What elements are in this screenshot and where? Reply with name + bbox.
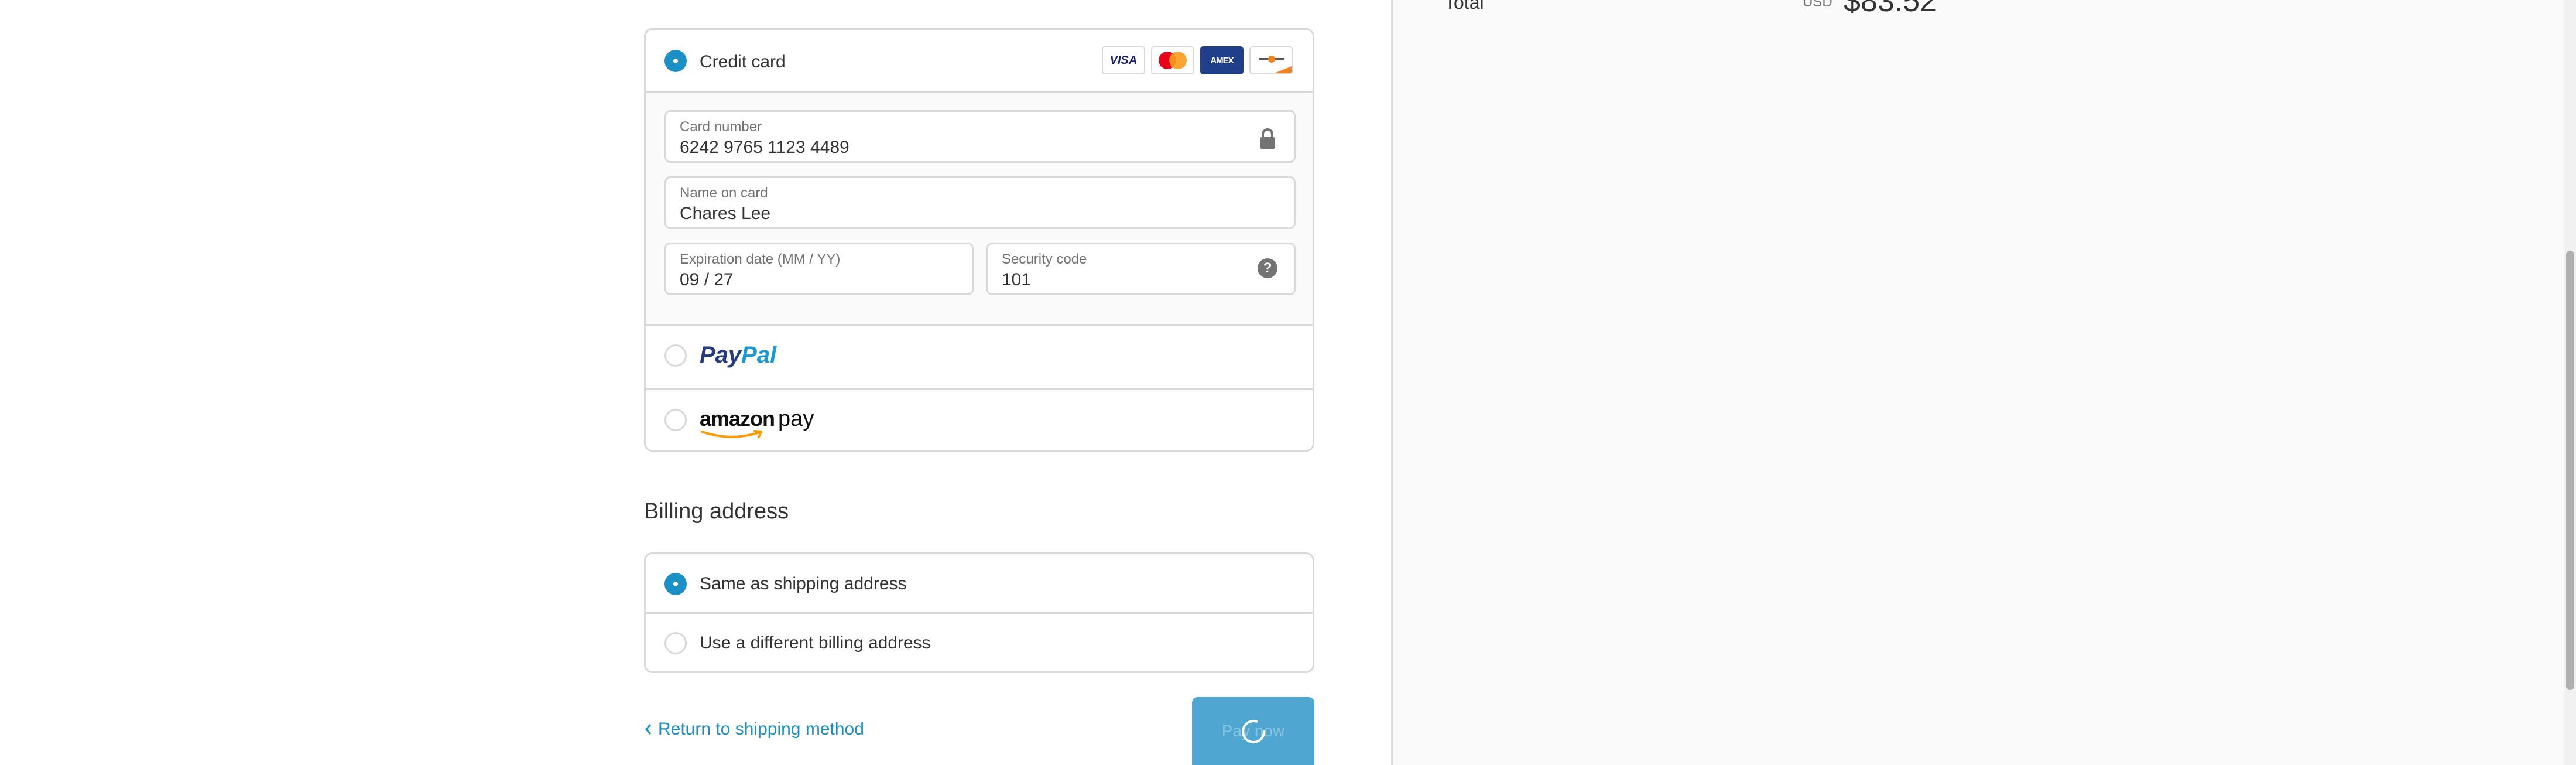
expiration-date-input[interactable]: 09 / 27 [680, 270, 734, 290]
name-on-card-input[interactable]: Chares Lee [680, 204, 770, 224]
return-to-shipping-link[interactable]: Return to shipping method [644, 719, 864, 739]
security-code-input[interactable]: 101 [1002, 270, 1031, 290]
different-billing-label: Use a different billing address [700, 633, 931, 653]
chevron-left-icon [645, 724, 652, 735]
discover-icon [1249, 46, 1293, 74]
billing-address-options: Same as shipping address Use a different… [644, 552, 1314, 673]
card-brand-icons: VISA AMEX [1102, 46, 1293, 74]
card-number-label: Card number [680, 119, 762, 135]
credit-card-radio[interactable] [664, 50, 687, 72]
credit-card-label: Credit card [700, 52, 786, 71]
paypal-logo: PayPal [700, 342, 777, 368]
checkout-main: Credit card VISA AMEX Card number 6242 9… [0, 0, 1391, 765]
billing-option-same[interactable]: Same as shipping address [646, 554, 1313, 614]
name-on-card-field[interactable]: Name on card Chares Lee [664, 176, 1296, 229]
billing-option-different[interactable]: Use a different billing address [646, 614, 1313, 671]
lock-icon [1260, 128, 1275, 149]
security-code-label: Security code [1002, 251, 1087, 267]
card-number-field[interactable]: Card number 6242 9765 1123 4489 [664, 110, 1296, 163]
same-as-shipping-radio[interactable] [664, 573, 687, 595]
same-as-shipping-label: Same as shipping address [700, 574, 907, 593]
spinner-icon [1242, 720, 1265, 743]
paypal-radio[interactable] [664, 344, 687, 367]
amex-icon: AMEX [1200, 46, 1244, 74]
billing-address-title: Billing address [644, 499, 789, 524]
total-label: Total [1444, 0, 1484, 13]
different-billing-radio[interactable] [664, 632, 687, 654]
security-code-field[interactable]: Security code 101 ? [986, 243, 1296, 295]
payment-option-paypal[interactable]: PayPal [646, 326, 1313, 390]
mastercard-icon [1151, 46, 1194, 74]
amazon-pay-logo: amazon pay [700, 407, 814, 442]
expiration-date-field[interactable]: Expiration date (MM / YY) 09 / 27 [664, 243, 974, 295]
amazon-smile-icon [701, 430, 762, 438]
payment-option-amazon-pay[interactable]: amazon pay [646, 390, 1313, 450]
payment-methods: Credit card VISA AMEX Card number 6242 9… [644, 28, 1314, 452]
total-amount: $83.52 [1844, 0, 1937, 18]
visa-icon: VISA [1102, 46, 1145, 74]
card-number-input[interactable]: 6242 9765 1123 4489 [680, 138, 849, 158]
pay-now-button[interactable]: Pay now [1192, 697, 1314, 765]
return-to-shipping-label: Return to shipping method [658, 719, 864, 739]
help-icon[interactable]: ? [1258, 258, 1277, 278]
name-on-card-label: Name on card [680, 185, 768, 201]
amazon-pay-radio[interactable] [664, 409, 687, 431]
order-summary-sidebar: Total USD $83.52 [1391, 0, 2576, 765]
credit-card-fields: Card number 6242 9765 1123 4489 Name on … [646, 93, 1313, 326]
payment-option-credit-card[interactable]: Credit card VISA AMEX [646, 30, 1313, 93]
scrollbar-thumb[interactable] [2566, 251, 2574, 690]
expiration-date-label: Expiration date (MM / YY) [680, 251, 841, 267]
currency-code: USD [1803, 0, 1832, 10]
